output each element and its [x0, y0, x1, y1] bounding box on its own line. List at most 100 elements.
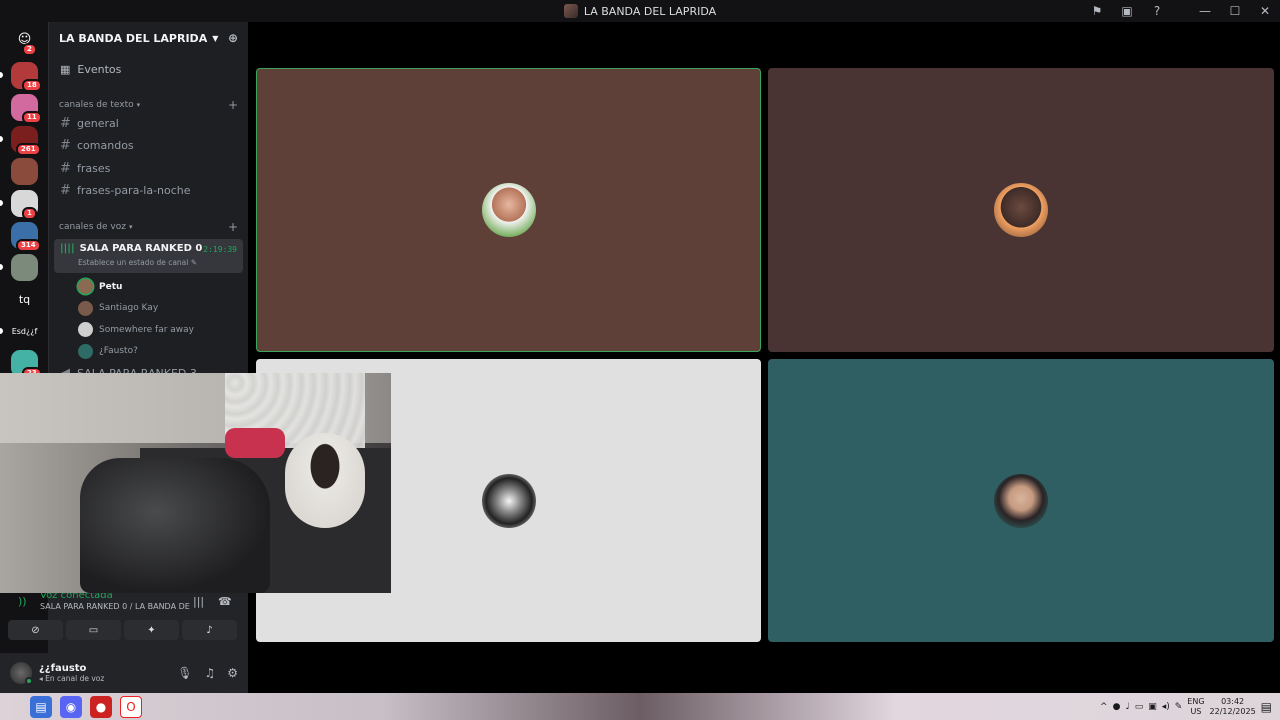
tray-app-icon[interactable]: ● [1113, 702, 1121, 712]
avatar[interactable] [10, 662, 33, 685]
inbox-icon[interactable]: ⚑ [1082, 0, 1112, 22]
server-7-icon[interactable] [11, 254, 38, 281]
notifications-icon[interactable]: ▤ [1261, 700, 1272, 714]
chevron-down-icon: ▾ [136, 101, 141, 109]
channel-name: frases-para-la-noche [77, 184, 191, 198]
text-channel-item[interactable]: # frases-para-la-noche [49, 180, 248, 203]
user-panel: ¿¿fausto ◂ En canal de voz 🎙︎ ♫ ⚙ [0, 653, 248, 693]
user-status: ◂ En canal de voz [39, 674, 105, 683]
title-bar: LA BANDA DEL LAPRIDA ⚑ ▣ ? — ☐ ✕ [0, 0, 1280, 22]
video-grid [249, 22, 1280, 693]
add-channel-icon[interactable]: + [228, 98, 238, 112]
voice-member[interactable]: Petu [49, 276, 248, 298]
avatar [481, 473, 536, 528]
voice-member[interactable]: Santiago Kay [49, 298, 248, 320]
avatar [78, 322, 93, 338]
voice-channel-path[interactable]: SALA PARA RANKED 0 / LA BANDA DE... [40, 602, 190, 611]
unread-badge: 2 [22, 43, 37, 56]
camera-off-button[interactable]: ⊘ [8, 620, 63, 640]
discord-app-icon[interactable]: ◉ [60, 695, 82, 718]
hash-icon: # [60, 138, 71, 154]
pen-icon[interactable]: ✎ [1175, 702, 1183, 712]
unread-indicator [0, 72, 3, 78]
microphone-icon[interactable]: 🎙︎ [177, 666, 192, 680]
hash-icon: # [60, 115, 71, 131]
channel-name: general [77, 116, 119, 130]
minimize-button[interactable]: — [1190, 0, 1220, 22]
help-icon[interactable]: ? [1142, 0, 1172, 22]
display-icon[interactable]: ▭ [1135, 702, 1144, 712]
avatar [994, 183, 1048, 237]
participant-tile[interactable] [768, 68, 1274, 352]
file-explorer-icon[interactable]: ▤ [30, 695, 52, 718]
server-tq-icon[interactable]: tq [11, 286, 38, 313]
participant-tile[interactable] [256, 68, 761, 352]
unread-indicator [0, 328, 3, 334]
voice-member[interactable]: ¿Fausto? [49, 341, 248, 363]
signal-icon: )) [18, 595, 27, 608]
member-name: Santiago Kay [99, 303, 159, 314]
unread-indicator [0, 264, 3, 270]
events-label: Eventos [77, 63, 122, 76]
volume-icon[interactable]: ◂) [1162, 702, 1170, 712]
unread-indicator [0, 136, 3, 142]
unread-badge: 314 [16, 239, 41, 252]
voice-channel-name: SALA PARA RANKED 0 [79, 243, 203, 254]
network-icon[interactable]: ▣ [1148, 702, 1157, 712]
activities-button[interactable]: ✦ [124, 620, 179, 640]
microphone-icon[interactable]: ♩ [1125, 702, 1129, 712]
text-category[interactable]: canales de texto ▾ + [49, 98, 248, 112]
events-item[interactable]: ▦ Eventos [49, 63, 248, 76]
hash-icon: # [60, 160, 71, 176]
text-channel-item[interactable]: # frases [49, 157, 248, 180]
screen-icon[interactable]: ▣ [1112, 0, 1142, 22]
gear-icon[interactable]: ⚙ [227, 666, 238, 680]
text-channel-item[interactable]: # comandos [49, 135, 248, 158]
self-camera-preview[interactable] [0, 373, 391, 593]
opera-browser-icon[interactable]: O [120, 695, 142, 718]
member-name: ¿Fausto? [99, 346, 138, 357]
unread-badge: 18 [22, 79, 42, 92]
unread-indicator [0, 200, 3, 206]
channel-name: comandos [77, 139, 134, 153]
member-name: Petu [99, 281, 123, 292]
headphones-icon[interactable]: ♫ [204, 666, 215, 680]
voice-timer: 2:19:39 [203, 245, 237, 254]
username: ¿¿fausto [39, 663, 87, 674]
chevron-up-icon[interactable]: ^ [1100, 702, 1108, 712]
disconnect-icon[interactable]: ☎ [218, 595, 232, 608]
voice-channel-active[interactable]: |||| SALA PARA RANKED 0 2:19:39 Establece… [54, 239, 243, 273]
add-channel-icon[interactable]: + [228, 220, 238, 234]
voice-category-label: canales de voz [59, 222, 126, 232]
guild-name: LA BANDA DEL LAPRIDA [59, 31, 208, 45]
voice-category[interactable]: canales de voz ▾ + [49, 220, 248, 234]
window-title-text: LA BANDA DEL LAPRIDA [583, 4, 717, 18]
screen-share-button[interactable]: ▭ [66, 620, 121, 640]
guild-header[interactable]: LA BANDA DEL LAPRIDA ▼ ⊕ [49, 22, 248, 54]
user-info[interactable]: ¿¿fausto ◂ En canal de voz [39, 663, 104, 683]
app-icon[interactable]: ● [90, 695, 112, 718]
server-4-icon[interactable] [11, 158, 38, 185]
voice-member[interactable]: Somewhere far away [49, 319, 248, 341]
system-tray: ^ ● ♩ ▭ ▣ ◂) ✎ ENG US 03:42 22/12/2025 ▤ [1100, 693, 1272, 720]
text-channel-item[interactable]: # general [49, 112, 248, 135]
unread-badge: 11 [22, 111, 42, 124]
clock[interactable]: 03:42 22/12/2025 [1210, 697, 1256, 717]
noise-suppression-icon[interactable]: ||| [193, 595, 204, 608]
voice-connection-panel: )) Voz conectada SALA PARA RANKED 0 / LA… [8, 590, 248, 653]
server-icon [563, 4, 578, 18]
soundboard-button[interactable]: ♪ [182, 620, 237, 640]
avatar [78, 279, 93, 295]
online-status-dot [25, 677, 33, 685]
windows-taskbar: ▤ ◉ ● O ^ ● ♩ ▭ ▣ ◂) ✎ ENG US 03:42 22/12/… [0, 693, 1280, 720]
close-button[interactable]: ✕ [1250, 0, 1280, 22]
maximize-button[interactable]: ☐ [1220, 0, 1250, 22]
unread-badge: 261 [16, 143, 41, 156]
avatar [481, 183, 536, 237]
add-user-icon[interactable]: ⊕ [228, 31, 238, 45]
participant-tile[interactable] [768, 359, 1274, 642]
speaker-wave-icon: |||| [60, 243, 75, 254]
channel-status-text[interactable]: Establece un estado de canal ✎ [78, 258, 237, 267]
language-indicator[interactable]: ENG US [1187, 697, 1204, 717]
server-esd-icon[interactable]: Esd¿¿f [11, 318, 38, 345]
